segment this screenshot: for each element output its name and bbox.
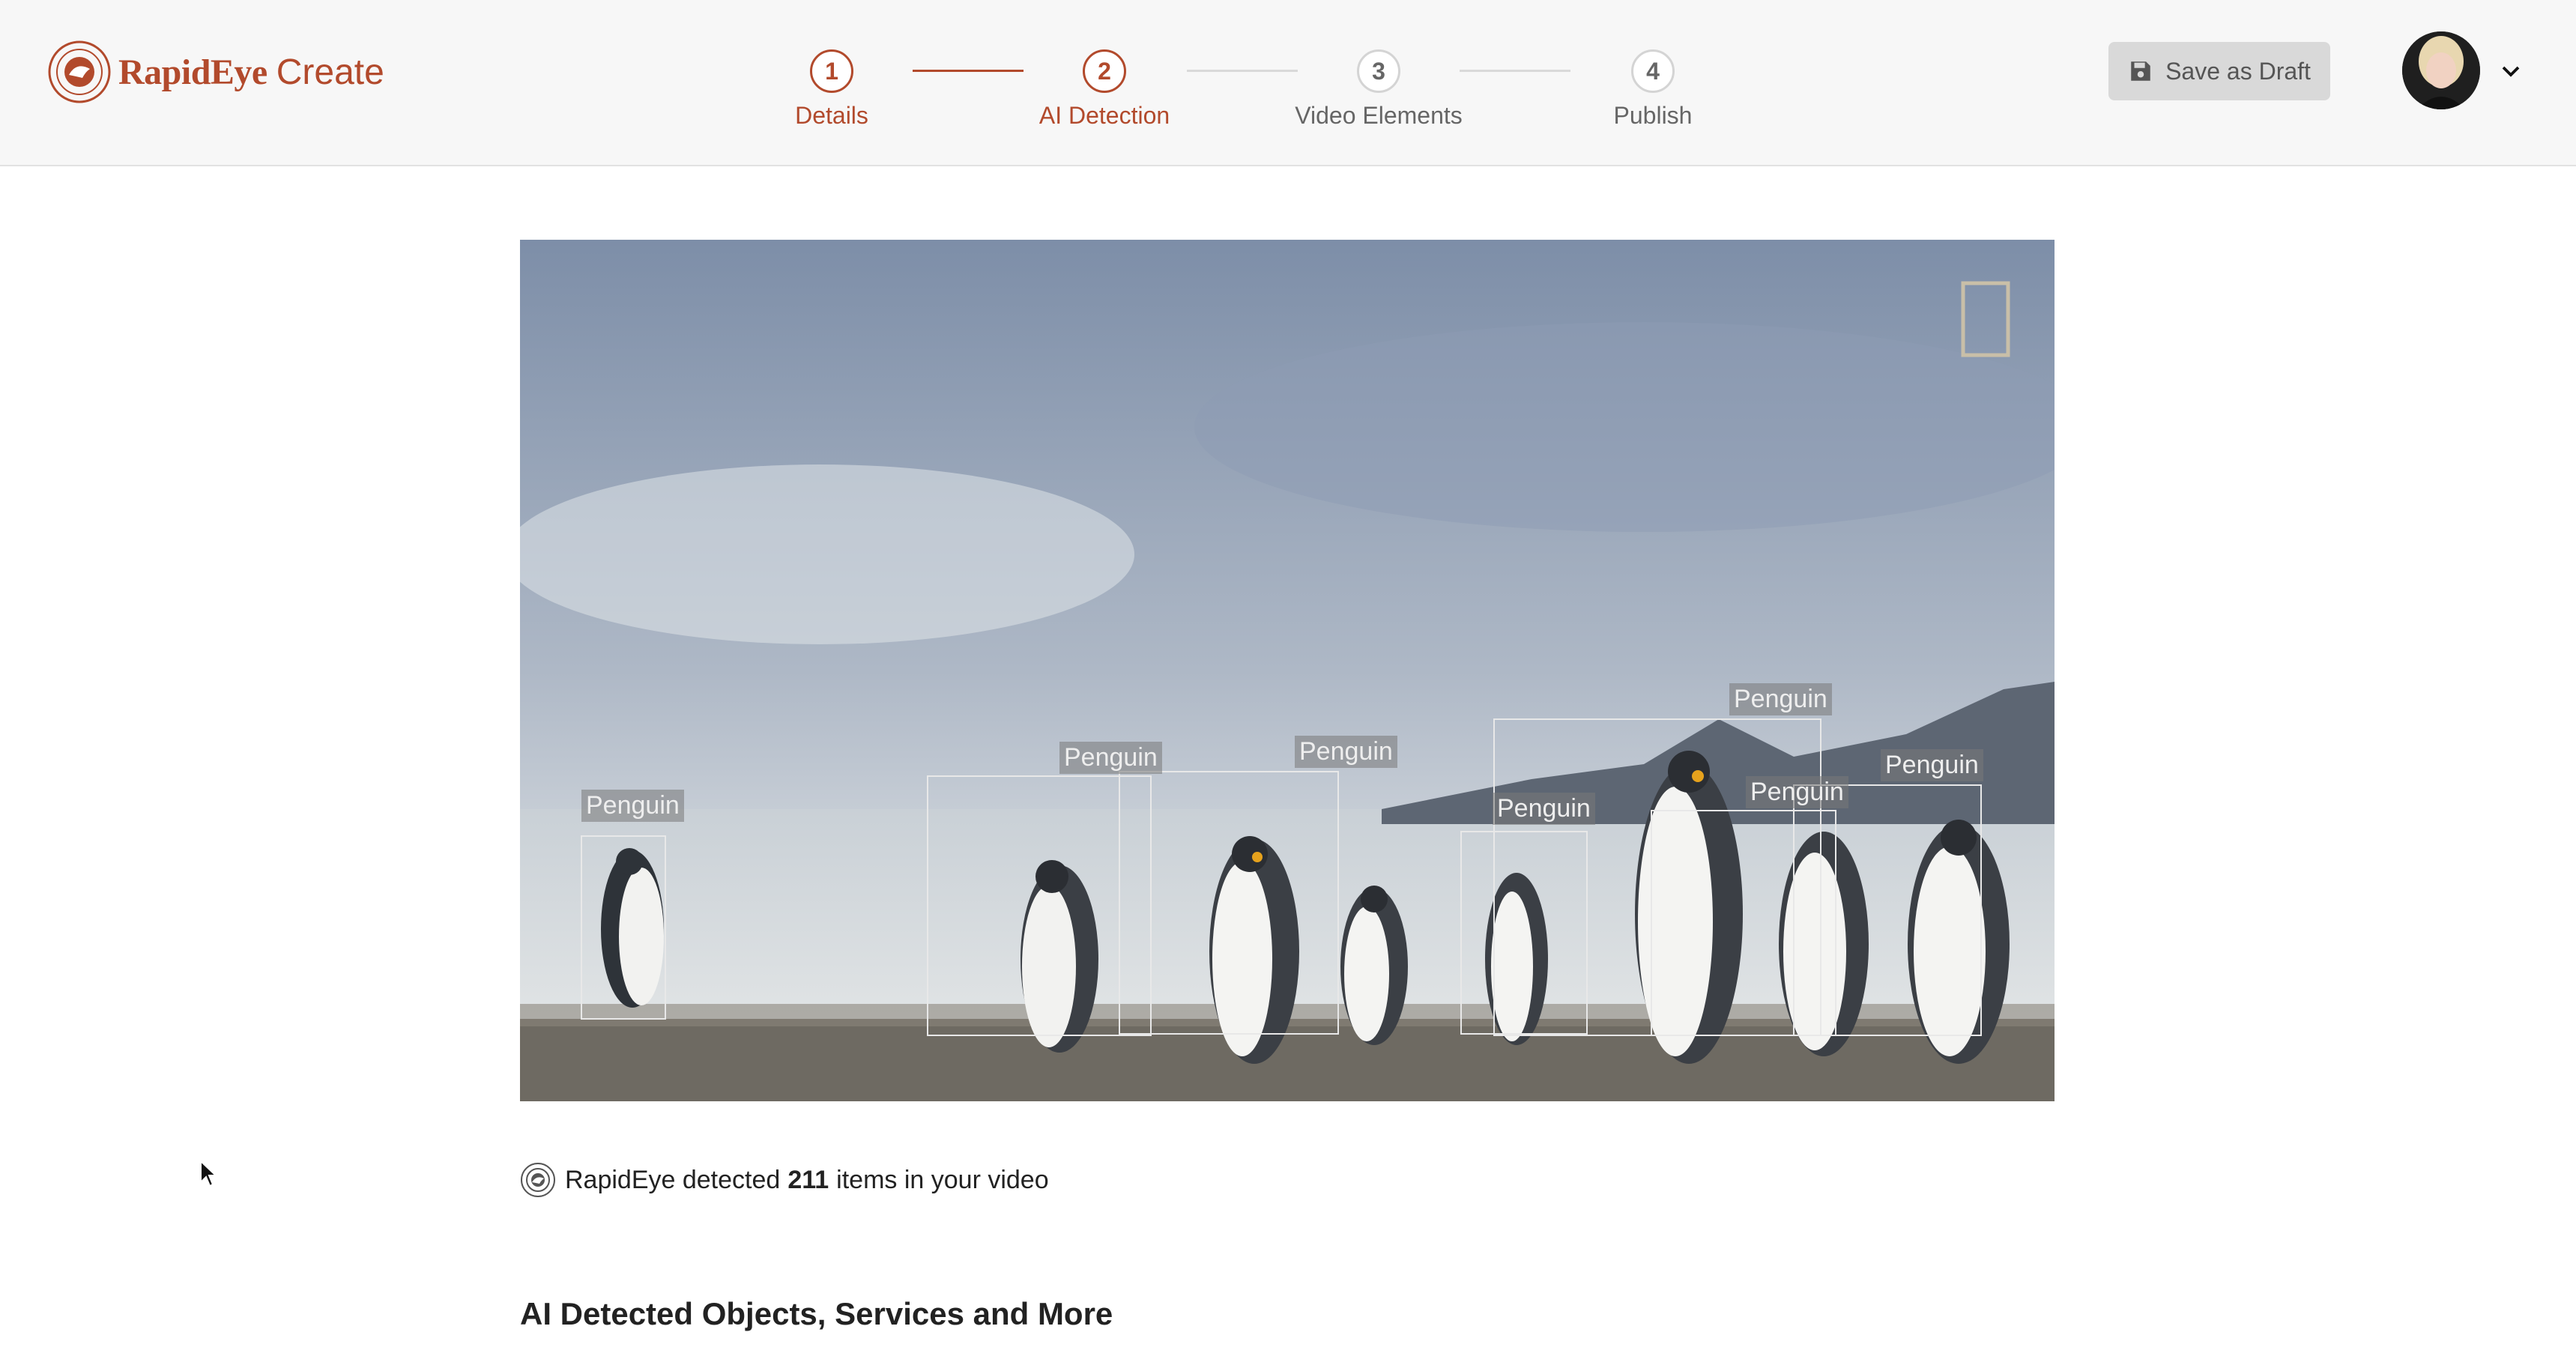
save-as-draft-label: Save as Draft xyxy=(2165,57,2311,85)
video-frame xyxy=(520,240,2055,1101)
step-number: 4 xyxy=(1631,49,1675,93)
step-number: 3 xyxy=(1357,49,1400,93)
step-label: Video Elements xyxy=(1295,102,1463,129)
step-number: 2 xyxy=(1083,49,1126,93)
video-preview[interactable]: Penguin Penguin Penguin Penguin Penguin … xyxy=(520,240,2055,1101)
mouse-cursor-icon xyxy=(200,1160,218,1187)
rapideye-mini-icon xyxy=(521,1163,555,1197)
step-ai-detection[interactable]: 2 AI Detection xyxy=(985,49,1224,130)
summary-suffix: items in your video xyxy=(836,1165,1049,1194)
step-number: 1 xyxy=(810,49,853,93)
floppy-disk-icon xyxy=(2131,61,2150,81)
step-label: Details xyxy=(795,102,868,129)
step-video-elements[interactable]: 3 Video Elements xyxy=(1259,49,1499,130)
step-publish[interactable]: 4 Publish xyxy=(1533,49,1773,130)
detection-label[interactable]: Penguin xyxy=(1881,749,1983,781)
user-avatar[interactable] xyxy=(2402,31,2480,109)
step-details[interactable]: 1 Details xyxy=(712,49,952,130)
detection-label[interactable]: Penguin xyxy=(581,790,684,822)
detection-label[interactable]: Penguin xyxy=(1729,683,1832,715)
chevron-down-icon[interactable] xyxy=(2500,60,2522,82)
summary-count: 211 xyxy=(787,1165,829,1194)
detection-label[interactable]: Penguin xyxy=(1059,742,1162,774)
top-header: RapidEye Create 1 Details 2 AI Detection… xyxy=(0,0,2576,166)
detection-label[interactable]: Penguin xyxy=(1493,793,1595,825)
detection-label[interactable]: Penguin xyxy=(1295,736,1397,768)
step-label: AI Detection xyxy=(1038,102,1170,129)
avatar-image xyxy=(2402,31,2480,109)
step-label: Publish xyxy=(1613,102,1693,129)
detection-label[interactable]: Penguin xyxy=(1746,776,1848,808)
detection-summary: RapidEye detected 211 items in your vide… xyxy=(520,1161,1049,1199)
save-as-draft-button[interactable]: Save as Draft xyxy=(2108,42,2330,100)
summary-prefix: RapidEye detected xyxy=(565,1165,781,1194)
section-title: AI Detected Objects, Services and More xyxy=(520,1296,1113,1331)
